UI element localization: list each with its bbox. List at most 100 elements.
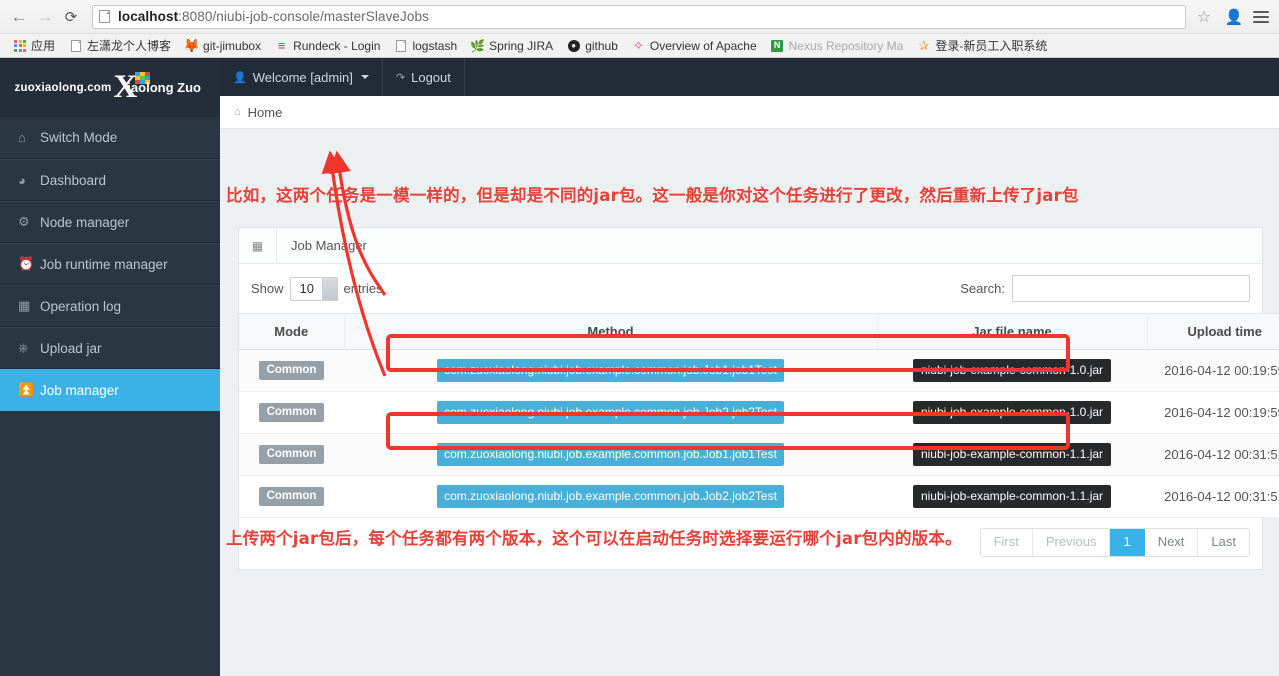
bookmark-spring-jira[interactable]: 🌿 Spring JIRA xyxy=(464,37,560,54)
star-icon: ✰ xyxy=(918,38,930,53)
method-badge: com.zuoxiaolong.niubi.job.example.common… xyxy=(437,401,784,424)
jar-badge: niubi-job-example-common-1.0.jar xyxy=(912,359,1112,382)
bookmark-logstash[interactable]: logstash xyxy=(387,37,464,54)
search-label: Search: xyxy=(960,281,1005,296)
home-icon: ⌂ xyxy=(234,106,241,118)
main-content: ▦ Job Manager Show 10 entries Search: Mo… xyxy=(220,129,1279,676)
cell-mode: Common xyxy=(239,391,344,434)
method-badge: com.zuoxiaolong.niubi.job.example.common… xyxy=(437,443,784,466)
sidebar-item-upload-jar[interactable]: ⎈ Upload jar xyxy=(0,327,220,369)
show-label: Show xyxy=(251,281,284,296)
page-length-control: Show 10 entries xyxy=(251,276,383,301)
method-badge: com.zuoxiaolong.niubi.job.example.common… xyxy=(437,485,784,508)
breadcrumb-home-link[interactable]: Home xyxy=(248,105,283,120)
sidebar-item-operation-log[interactable]: ▦ Operation log xyxy=(0,285,220,327)
table-row[interactable]: Common com.zuoxiaolong.niubi.job.example… xyxy=(239,475,1279,518)
browser-chrome: ← → ⟳ localhost:8080/niubi-job-console/m… xyxy=(0,0,1279,58)
pagination: First Previous 1 Next Last xyxy=(979,528,1250,557)
annotation-bottom-text: 上传两个jar包后，每个任务都有两个版本，这个可以在启动任务时选择要运行哪个ja… xyxy=(226,529,962,548)
cell-method: com.zuoxiaolong.niubi.job.example.common… xyxy=(344,433,877,476)
search-input[interactable] xyxy=(1012,275,1250,302)
hamburger-menu-icon[interactable] xyxy=(1249,5,1273,29)
document-icon xyxy=(394,39,407,52)
logo-name-text: iaolong Zuo xyxy=(127,80,201,95)
mode-badge: Common xyxy=(258,444,325,465)
sidebar-item-node-manager[interactable]: ⚙ Node manager xyxy=(0,201,220,243)
mode-badge: Common xyxy=(258,402,325,423)
table-body: Common com.zuoxiaolong.niubi.job.example… xyxy=(239,349,1279,518)
sidebar-item-switch-mode[interactable]: ⌂ Switch Mode xyxy=(0,117,220,159)
breadcrumb: ⌂ Home xyxy=(220,96,1279,129)
logo-mark: X iaolong Zuo xyxy=(113,71,209,105)
chevron-down-icon xyxy=(360,75,369,79)
dashboard-icon: ◕ xyxy=(18,172,26,188)
column-header-jar-file-name[interactable]: Jar file name xyxy=(876,313,1147,350)
profile-avatar-icon[interactable]: 👤 xyxy=(1221,5,1247,29)
cell-mode: Common xyxy=(239,349,344,392)
sidebar-item-label: Dashboard xyxy=(40,172,107,188)
annotation-top-text: 比如，这两个任务是一模一样的，但是却是不同的jar包。这一般是你对这个任务进行了… xyxy=(226,186,1079,205)
method-badge: com.zuoxiaolong.niubi.job.example.common… xyxy=(437,359,784,382)
table-row[interactable]: Common com.zuoxiaolong.niubi.job.example… xyxy=(239,391,1279,434)
pagination-next[interactable]: Next xyxy=(1144,529,1199,556)
bookmark-nexus[interactable]: N Nexus Repository Ma xyxy=(764,37,911,54)
welcome-user-dropdown[interactable]: 👤 Welcome [admin] xyxy=(220,58,383,96)
bookmark-git-jimubox[interactable]: 🦊 git-jimubox xyxy=(178,37,268,54)
address-bar[interactable]: localhost:8080/niubi-job-console/masterS… xyxy=(92,4,1186,29)
table-header-row: Mode Method Jar file name Upload time xyxy=(239,313,1279,350)
panel-title: Job Manager xyxy=(291,238,367,253)
pagination-previous[interactable]: Previous xyxy=(1032,529,1111,556)
bookmark-label: Overview of Apache xyxy=(649,38,757,53)
logout-label: Logout xyxy=(411,69,451,85)
pagination-last[interactable]: Last xyxy=(1198,529,1249,556)
jar-badge: niubi-job-example-common-1.1.jar xyxy=(912,485,1112,508)
logo[interactable]: zuoxiaolong.com X iaolong Zuo xyxy=(0,58,220,117)
sidebar-item-job-manager[interactable]: ⏫ Job manager xyxy=(0,369,220,411)
sidebar-item-label: Job runtime manager xyxy=(40,256,168,272)
cell-jar: niubi-job-example-common-1.1.jar xyxy=(877,475,1147,518)
sidebar-item-label: Upload jar xyxy=(40,340,102,356)
reload-button[interactable]: ⟳ xyxy=(58,4,84,30)
mode-badge: Common xyxy=(258,360,325,381)
back-button[interactable]: ← xyxy=(6,4,32,30)
column-header-mode[interactable]: Mode xyxy=(239,313,344,350)
cell-method: com.zuoxiaolong.niubi.job.example.common… xyxy=(344,349,877,392)
sidebar-item-label: Job manager xyxy=(40,382,119,398)
url-host: localhost xyxy=(118,9,179,24)
bookmark-rundeck[interactable]: ≡ Rundeck - Login xyxy=(268,37,387,54)
jar-badge: niubi-job-example-common-1.0.jar xyxy=(912,401,1112,424)
sidebar-nav: ⌂ Switch Mode ◕ Dashboard ⚙ Node manager… xyxy=(0,117,220,411)
bookmarks-bar: 应用 左潇龙个人博客 🦊 git-jimubox ≡ Rundeck - Log… xyxy=(0,33,1279,57)
column-header-upload-time[interactable]: Upload time xyxy=(1146,313,1279,350)
table-header: Mode Method Jar file name Upload time xyxy=(239,313,1279,350)
cell-upload-time: 2016-04-12 00:31:51 xyxy=(1147,433,1279,476)
bookmark-onboarding[interactable]: ✰ 登录-新员工入职系统 xyxy=(910,37,1054,54)
page-length-select[interactable]: 10 xyxy=(289,276,338,301)
table-row[interactable]: Common com.zuoxiaolong.niubi.job.example… xyxy=(239,433,1279,476)
pagination-page-1[interactable]: 1 xyxy=(1110,529,1145,556)
grid-icon: ▦ xyxy=(18,298,31,313)
entries-label: entries xyxy=(343,281,383,296)
bookmark-apache[interactable]: ✧ Overview of Apache xyxy=(625,37,764,54)
table-row[interactable]: Common com.zuoxiaolong.niubi.job.example… xyxy=(239,349,1279,392)
sidebar-item-dashboard[interactable]: ◕ Dashboard xyxy=(0,159,220,201)
bookmark-label: Nexus Repository Ma xyxy=(788,38,904,53)
bookmark-label: Spring JIRA xyxy=(489,38,554,53)
pagination-first[interactable]: First xyxy=(980,529,1033,556)
sidebar-item-job-runtime-manager[interactable]: ⏰ Job runtime manager xyxy=(0,243,220,285)
bookmark-label: github xyxy=(585,38,618,53)
forward-button[interactable]: → xyxy=(32,4,58,30)
logout-icon: ↷ xyxy=(395,71,406,84)
bookmark-blog[interactable]: 左潇龙个人博客 xyxy=(62,37,178,54)
user-icon: 👤 xyxy=(233,71,247,84)
spring-leaf-icon: 🌿 xyxy=(470,38,486,53)
bar-chart-icon: ⏫ xyxy=(18,382,35,397)
bookmark-label: git-jimubox xyxy=(203,38,262,53)
column-header-method[interactable]: Method xyxy=(343,313,877,350)
bookmark-star-icon[interactable]: ☆ xyxy=(1191,4,1217,30)
upload-icon: ⎈ xyxy=(18,340,29,355)
logout-button[interactable]: ↷ Logout xyxy=(383,58,465,96)
top-navigation-bar: 👤 Welcome [admin] ↷ Logout xyxy=(220,58,1279,96)
bookmark-github[interactable]: ● github xyxy=(560,37,625,54)
bookmark-apps[interactable]: 应用 xyxy=(7,38,62,54)
